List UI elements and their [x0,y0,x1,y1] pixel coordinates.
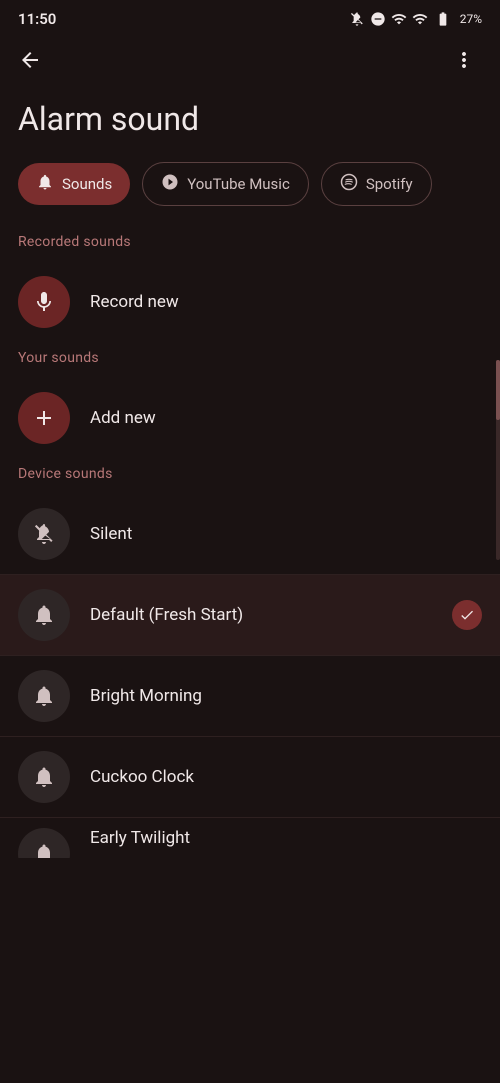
scrollbar-thumb[interactable] [496,360,500,420]
silent-label: Silent [90,524,482,544]
tab-youtube-music[interactable]: YouTube Music [142,162,309,206]
tab-sounds-label: Sounds [62,175,112,193]
tab-spotify[interactable]: Spotify [321,162,432,206]
status-time: 11:50 [18,10,56,28]
add-new-label: Add new [90,408,482,428]
scrollbar-track [496,360,500,560]
more-options-button[interactable] [444,40,484,80]
dnd-icon [370,11,386,27]
plus-icon-circle [18,392,70,444]
page-title: Alarm sound [0,84,500,162]
battery-percent: 27% [460,12,482,26]
battery-icon [433,11,453,27]
selected-check-icon [452,600,482,630]
default-bell-icon-circle [18,589,70,641]
early-twilight-bell-icon-circle [18,828,70,858]
spotify-tab-icon [340,173,358,195]
status-icons: 27% [349,11,482,27]
record-new-item[interactable]: Record new [0,262,500,342]
your-sounds-header: Your sounds [0,342,500,378]
top-nav [0,36,500,84]
bright-morning-label: Bright Morning [90,686,482,706]
cuckoo-clock-item[interactable]: Cuckoo Clock [0,737,500,817]
wifi-icon [391,11,407,27]
signal-icon [412,11,428,27]
back-button[interactable] [10,40,50,80]
cuckoo-clock-bell-icon-circle [18,751,70,803]
tab-sounds[interactable]: Sounds [18,163,130,205]
silent-item[interactable]: Silent [0,494,500,574]
bright-morning-bell-icon-circle [18,670,70,722]
status-bar: 11:50 27% [0,0,500,36]
mic-icon-circle [18,276,70,328]
bright-morning-item[interactable]: Bright Morning [0,656,500,736]
tab-youtube-label: YouTube Music [187,175,290,193]
early-twilight-item[interactable]: Early Twilight [0,818,500,858]
youtube-tab-icon [161,173,179,195]
early-twilight-label: Early Twilight [90,828,482,848]
add-new-item[interactable]: Add new [0,378,500,458]
tab-bar: Sounds YouTube Music Spotify [0,162,500,226]
mute-icon [349,11,365,27]
bell-tab-icon [36,173,54,195]
default-item[interactable]: Default (Fresh Start) [0,575,500,655]
bell-off-icon-circle [18,508,70,560]
device-sounds-header: Device sounds [0,458,500,494]
default-label: Default (Fresh Start) [90,605,432,625]
cuckoo-clock-label: Cuckoo Clock [90,767,482,787]
recorded-sounds-header: Recorded sounds [0,226,500,262]
tab-spotify-label: Spotify [366,175,413,193]
record-new-label: Record new [90,292,482,312]
